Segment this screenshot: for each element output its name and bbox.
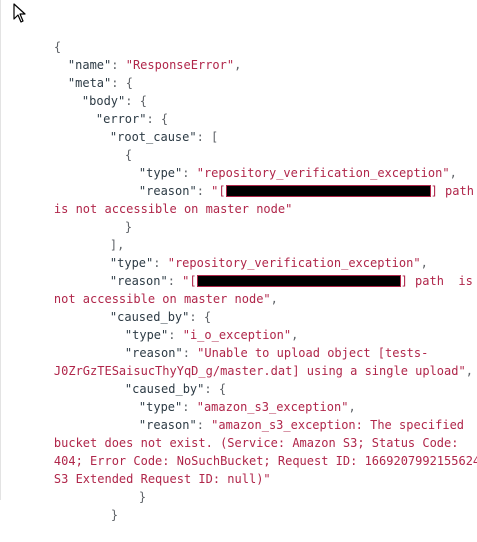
code-line-meta: "meta": { (67, 76, 133, 90)
code-line-root-cause-reason-cont: is not accessible on master node" (1, 182, 477, 216)
code-line-root-cause-item-open: { (124, 148, 133, 162)
code-line-nested-reason-cont-3: S3 Extended Request ID: null)" (1, 452, 477, 486)
code-line-root-cause-item-close: } (124, 220, 133, 234)
code-line-nested-reason-cont-1: bucket does not exist. (Service: Amazon … (1, 416, 477, 450)
code-line-nested-type: "type": "amazon_s3_exception", (138, 400, 356, 414)
code-line-root-cause-type: "type": "repository_verification_excepti… (138, 166, 457, 180)
code-line-open-brace: { (53, 40, 62, 54)
code-line-nested-reason-cont-2: 404; Error Code: NoSuchBucket; Request I… (1, 434, 477, 468)
code-line-error-type: "type": "repository_verification_excepti… (109, 256, 428, 270)
code-line-nested-caused-by: "caused_by": { (124, 382, 227, 396)
code-line-error-reason: "reason": "[] path is (109, 274, 473, 288)
code-line-caused-reason-cont: J0ZrGzTESaisucThyYqD_g/master.dat] using… (53, 364, 473, 378)
code-line-root-cause-close: ], (109, 238, 125, 252)
json-code-viewer: { "name": "ResponseError", "meta": { "bo… (0, 0, 477, 522)
code-line-error-reason-cont: not accessible on master node", (53, 292, 278, 306)
code-line-error: "error": { (95, 112, 169, 126)
code-line-name: "name": "ResponseError", (67, 58, 242, 72)
code-line-nested-caused-by-close: } (138, 490, 147, 504)
code-line-root-cause-reason: "reason": "[] path (138, 184, 474, 198)
code-line-caused-type: "type": "i_o_exception", (124, 328, 299, 342)
code-line-root-cause: "root_cause": [ (109, 130, 219, 144)
code-line-body: "body": { (81, 94, 147, 108)
code-line-nested-reason: "reason": "amazon_s3_exception: The spec… (138, 418, 465, 432)
code-line-caused-by: "caused_by": { (109, 310, 212, 324)
code-line-caused-by-close: } (110, 508, 119, 522)
code-line-caused-reason: "reason": "Unable to upload object [test… (124, 346, 429, 360)
